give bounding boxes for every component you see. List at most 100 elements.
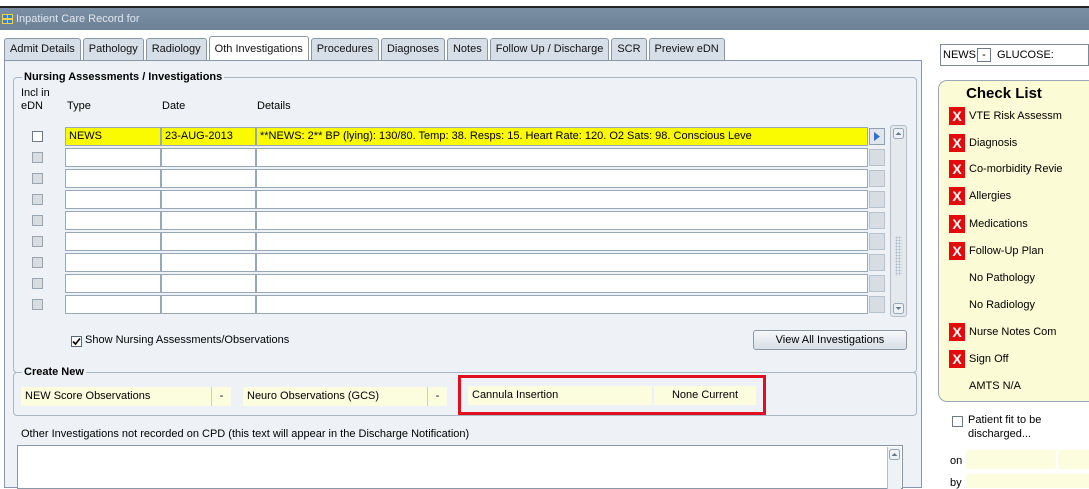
news-glucose-bar: NEWS: - GLUCOSE: — [940, 44, 1089, 66]
details-cell[interactable] — [256, 274, 868, 293]
col-header-type: Type — [67, 100, 91, 112]
type-cell[interactable] — [65, 295, 161, 314]
discharge-date-field[interactable] — [966, 450, 1056, 469]
create-new-title: Create New — [22, 366, 86, 378]
cannula-status-field[interactable]: None Current — [654, 386, 756, 405]
tab-procedures[interactable]: Procedures — [310, 38, 379, 60]
row-expand-button[interactable] — [869, 149, 885, 166]
discharged-by-field[interactable] — [966, 474, 1089, 488]
date-cell[interactable]: 23-AUG-2013 — [161, 127, 256, 146]
date-cell[interactable] — [161, 169, 256, 188]
textarea-scrollbar[interactable] — [887, 447, 901, 489]
row-expand-button[interactable] — [869, 296, 885, 313]
by-label: by — [950, 477, 962, 489]
news-value-button[interactable]: - — [977, 48, 991, 62]
incl-edn-checkbox[interactable] — [32, 215, 43, 226]
row-expand-button[interactable] — [869, 191, 885, 208]
incl-edn-checkbox[interactable] — [32, 236, 43, 247]
incl-edn-checkbox[interactable] — [32, 299, 43, 310]
incl-edn-checkbox[interactable] — [32, 257, 43, 268]
checkbox-checked-icon[interactable] — [71, 336, 82, 347]
row-expand-button[interactable] — [869, 128, 885, 145]
neuro-observations-field[interactable]: Neuro Observations (GCS) — [243, 387, 427, 406]
type-cell[interactable] — [65, 232, 161, 251]
glucose-label: GLUCOSE: — [997, 49, 1054, 61]
tab-admit-details[interactable]: Admit Details — [4, 38, 81, 60]
type-cell[interactable] — [65, 190, 161, 209]
scroll-down-icon[interactable] — [893, 303, 904, 314]
other-investigations-label: Other Investigations not recorded on CPD… — [21, 428, 470, 440]
details-cell[interactable]: **NEWS: 2** BP (lying): 130/80. Temp: 38… — [256, 127, 868, 146]
tab-oth-investigations[interactable]: Oth Investigations — [208, 36, 309, 60]
main-tabs: Admit Details Pathology Radiology Oth In… — [4, 36, 727, 60]
x-mark-icon: X — [949, 242, 965, 260]
col-header-details: Details — [257, 100, 291, 112]
neuro-dash-button[interactable]: - — [427, 387, 447, 406]
row-expand-button[interactable] — [869, 233, 885, 250]
scroll-thumb-grip[interactable] — [895, 236, 902, 276]
view-all-investigations-button[interactable]: View All Investigations — [753, 330, 907, 350]
col-header-incl-in: Incl in — [21, 87, 50, 99]
row-expand-button[interactable] — [869, 170, 885, 187]
show-nursing-assessments-label: Show Nursing Assessments/Observations — [85, 334, 290, 346]
date-cell[interactable] — [161, 148, 256, 167]
date-cell[interactable] — [161, 274, 256, 293]
tab-follow-up-discharge[interactable]: Follow Up / Discharge — [489, 38, 610, 60]
type-cell[interactable] — [65, 211, 161, 230]
row-expand-button[interactable] — [869, 275, 885, 292]
date-cell[interactable] — [161, 190, 256, 209]
tab-notes[interactable]: Notes — [446, 38, 488, 60]
type-cell[interactable] — [65, 253, 161, 272]
incl-edn-checkbox[interactable] — [32, 278, 43, 289]
discharge-time-field[interactable] — [1058, 450, 1089, 469]
news-label: NEWS: — [943, 49, 980, 61]
details-cell[interactable] — [256, 190, 868, 209]
row-expand-button[interactable] — [869, 212, 885, 229]
scroll-up-icon[interactable] — [893, 128, 904, 139]
grid-scrollbar[interactable] — [890, 125, 907, 317]
new-score-observations-field[interactable]: NEW Score Observations — [21, 387, 211, 406]
date-cell[interactable] — [161, 211, 256, 230]
tab-diagnoses[interactable]: Diagnoses — [380, 38, 445, 60]
date-cell[interactable] — [161, 232, 256, 251]
tab-preview-edn[interactable]: Preview eDN — [648, 38, 725, 60]
details-cell[interactable] — [256, 295, 868, 314]
date-cell[interactable] — [161, 253, 256, 272]
incl-edn-checkbox[interactable] — [32, 131, 43, 142]
incl-edn-checkbox[interactable] — [32, 194, 43, 205]
incl-edn-checkbox[interactable] — [32, 173, 43, 184]
window-top-edge — [0, 0, 1089, 8]
date-cell[interactable] — [161, 295, 256, 314]
tab-radiology[interactable]: Radiology — [145, 38, 207, 60]
details-cell[interactable] — [256, 169, 868, 188]
details-cell[interactable] — [256, 253, 868, 272]
patient-fit-label-line1: Patient fit to be — [968, 414, 1042, 426]
x-mark-icon: X — [949, 134, 965, 152]
nursing-group-title: Nursing Assessments / Investigations — [22, 71, 225, 83]
details-cell[interactable] — [256, 148, 868, 167]
new-score-dash-button[interactable]: - — [211, 387, 231, 406]
window-title-bar: Inpatient Care Record for — [0, 8, 1089, 30]
chevron-right-icon — [874, 132, 880, 141]
cannula-insertion-field[interactable]: Cannula Insertion — [468, 386, 652, 405]
other-investigations-textarea[interactable] — [17, 445, 903, 489]
tab-scr[interactable]: SCR — [611, 38, 647, 60]
scroll-up-icon[interactable] — [889, 449, 900, 460]
type-cell[interactable]: NEWS — [65, 127, 161, 146]
x-mark-icon: X — [949, 350, 965, 368]
x-mark-icon: X — [949, 187, 965, 205]
details-cell[interactable] — [256, 211, 868, 230]
app-grid-icon — [2, 14, 13, 24]
details-cell[interactable] — [256, 232, 868, 251]
type-cell[interactable] — [65, 274, 161, 293]
x-mark-icon: X — [949, 215, 965, 233]
col-header-edn: eDN — [21, 100, 44, 112]
checklist-title: Check List — [966, 85, 1042, 102]
type-cell[interactable] — [65, 148, 161, 167]
checkbox-unchecked-icon[interactable] — [952, 416, 963, 427]
tab-pathology[interactable]: Pathology — [82, 38, 144, 60]
incl-edn-checkbox[interactable] — [32, 152, 43, 163]
row-expand-button[interactable] — [869, 254, 885, 271]
col-header-date: Date — [162, 100, 186, 112]
type-cell[interactable] — [65, 169, 161, 188]
